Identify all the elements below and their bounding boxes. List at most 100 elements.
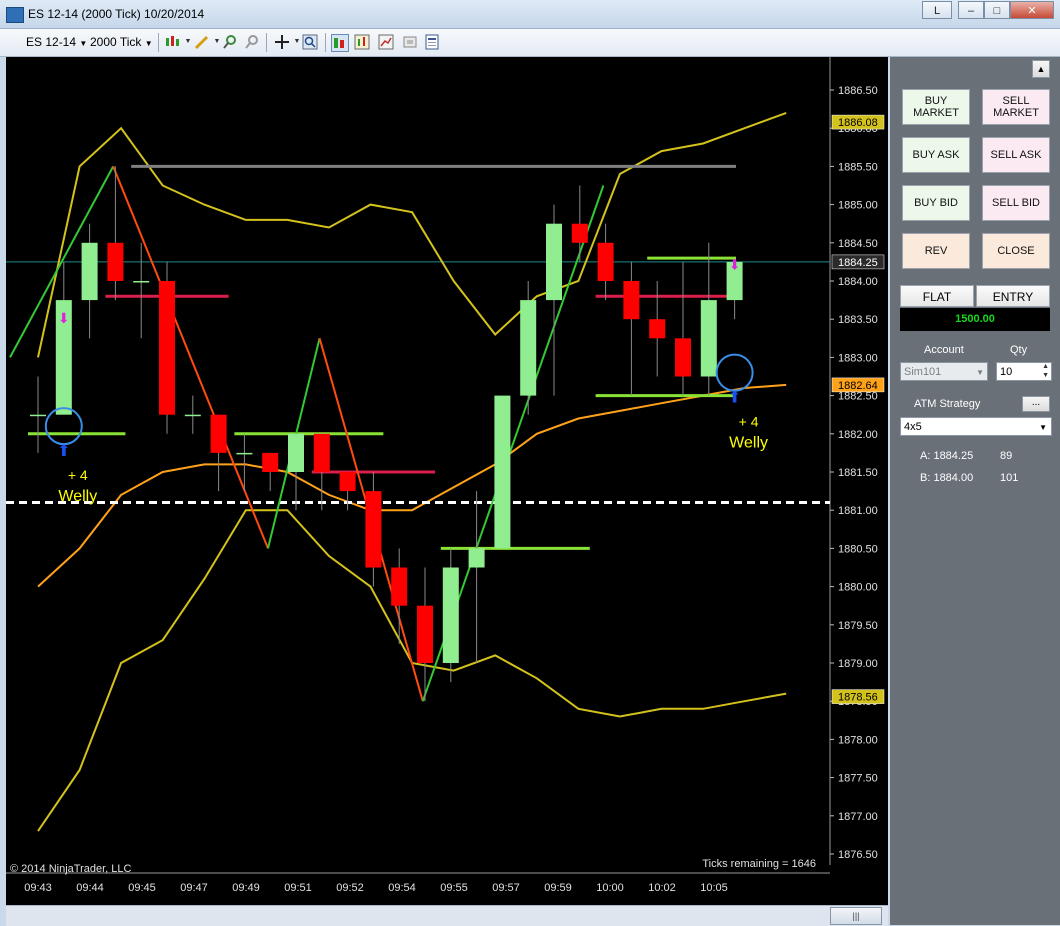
x-tick-label-9: 09:57 [492, 882, 520, 894]
quantity-stepper[interactable]: 10 ▲ ▼ [996, 362, 1052, 381]
account-label: Account [924, 344, 964, 356]
qty-label: Qty [1010, 344, 1028, 356]
magnifier-icon[interactable] [302, 34, 318, 50]
y-tick-label-2: 1885.50 [838, 161, 878, 173]
scrollbar-thumb[interactable]: ||| [830, 907, 882, 925]
window-title: ES 12-14 (2000 Tick) 10/20/2014 [28, 7, 205, 21]
crosshair-icon[interactable] [274, 34, 290, 50]
stepper-arrows-icon[interactable]: ▲ ▼ [1042, 362, 1049, 380]
buy-bid-label: BUY BID [914, 197, 958, 209]
close-position-button[interactable]: CLOSE [982, 233, 1050, 269]
price-chart[interactable]: ⬆+ 4Welly⬇⬆+ 4Welly⬇1886.501886.001885.5… [6, 57, 888, 905]
chart-canvas[interactable]: ⬆+ 4Welly⬇⬆+ 4Welly⬇1886.501886.001885.5… [6, 57, 888, 905]
x-tick-label-1: 09:44 [76, 882, 104, 894]
y-tick-label-14: 1879.50 [838, 620, 878, 632]
sell-market-button[interactable]: SELL MARKET [982, 89, 1050, 125]
chart-trader-icon[interactable] [331, 34, 349, 52]
y-tick-label-13: 1880.00 [838, 582, 878, 594]
candle-body-18 [494, 395, 511, 549]
properties-icon[interactable] [424, 34, 440, 50]
candle-body-20 [546, 223, 562, 301]
candle-body-8 [236, 452, 253, 455]
chevron-up-icon: ▲ [1036, 64, 1046, 74]
chart-scrollbar[interactable]: ||| [6, 905, 888, 926]
bollinger-lower-band [37, 509, 787, 832]
candle-body-19 [520, 300, 537, 396]
chart-trader-panel: ▲ BUY MARKET SELL MARKET BUY ASK SELL AS… [890, 57, 1060, 925]
candle-body-21 [571, 223, 588, 243]
link-button[interactable]: L [922, 1, 952, 19]
y-tick-label-18: 1877.50 [838, 773, 878, 785]
bid-price: B: 1884.00 [920, 472, 974, 484]
candle-body-25 [675, 338, 691, 377]
buy-market-label: BUY MARKET [913, 95, 959, 119]
y-tick-label-20: 1876.50 [838, 849, 878, 861]
candle-body-0 [30, 414, 46, 417]
ema-line [37, 383, 787, 588]
strategies-icon[interactable] [378, 34, 394, 50]
y-tick-label-0: 1886.50 [838, 85, 878, 97]
chevron-down-icon: ▼ [144, 39, 153, 48]
y-tick-label-19: 1877.00 [838, 811, 878, 823]
buy-market-button[interactable]: BUY MARKET [902, 89, 970, 125]
x-tick-label-6: 09:52 [336, 882, 364, 894]
candle-body-24 [649, 319, 666, 339]
copyright-label: © 2014 NinjaTrader, LLC [10, 863, 131, 875]
bid-size: 101 [1000, 472, 1019, 484]
qty-value: 10 [1000, 366, 1013, 378]
y-tick-label-11: 1881.00 [838, 505, 878, 517]
signal-name-label: Welly [729, 435, 768, 452]
pencil-icon[interactable] [194, 34, 210, 50]
minimize-button[interactable]: – [958, 1, 984, 19]
y-tick-label-15: 1879.00 [838, 658, 878, 670]
price-marker-label-2: 1882.64 [838, 380, 878, 392]
zoom-in-icon[interactable] [222, 34, 238, 50]
candle-body-16 [442, 567, 459, 663]
signal-count-label: + 4 [68, 467, 88, 483]
entry-header[interactable]: ENTRY [976, 285, 1050, 307]
ask-size: 89 [1000, 450, 1013, 462]
candlestick-icon[interactable] [164, 34, 180, 50]
candle-body-14 [391, 567, 408, 606]
candle-body-10 [288, 433, 304, 472]
sell-bid-label: SELL BID [992, 197, 1040, 209]
y-tick-label-8: 1882.50 [838, 391, 878, 403]
reverse-label: REV [924, 245, 948, 257]
period-selector[interactable]: 2000 Tick ▼ [90, 35, 153, 49]
atm-strategy-select[interactable]: 4x5 ▼ [900, 417, 1052, 436]
x-tick-label-13: 10:05 [700, 882, 728, 894]
sell-arrow-icon: ⬇ [729, 258, 741, 274]
price-marker-label-0: 1886.08 [838, 117, 878, 129]
y-tick-label-6: 1883.50 [838, 314, 878, 326]
maximize-button[interactable]: □ [984, 1, 1010, 19]
candle-body-23 [623, 281, 640, 320]
close-window-button[interactable]: ✕ [1010, 1, 1054, 19]
reverse-button[interactable]: REV [902, 233, 970, 269]
x-tick-label-11: 10:00 [596, 882, 624, 894]
sell-bid-button[interactable]: SELL BID [982, 185, 1050, 221]
candle-body-2 [81, 242, 98, 301]
indicators-icon[interactable] [354, 34, 370, 50]
candle-body-13 [365, 491, 382, 568]
y-tick-label-4: 1884.50 [838, 238, 878, 250]
buy-bid-button[interactable]: BUY BID [902, 185, 970, 221]
atm-options-button[interactable]: ... [1022, 396, 1050, 412]
zoom-out-icon[interactable] [244, 34, 260, 50]
flat-header[interactable]: FLAT [900, 285, 974, 307]
instrument-selector[interactable]: ES 12-14 ▼ [26, 35, 87, 49]
toolbar-separator [325, 33, 326, 52]
candle-body-15 [417, 605, 433, 663]
ask-price: A: 1884.25 [920, 450, 974, 462]
buy-ask-button[interactable]: BUY ASK [902, 137, 970, 173]
collapse-panel-button[interactable]: ▲ [1032, 60, 1050, 78]
candle-body-17 [468, 548, 485, 568]
atm-strategy-value: 4x5 [904, 421, 922, 433]
candle-body-4 [133, 281, 150, 283]
x-tick-label-12: 10:02 [648, 882, 676, 894]
toolbar-separator [158, 33, 159, 52]
sell-ask-button[interactable]: SELL ASK [982, 137, 1050, 173]
price-marker-label-1: 1884.25 [838, 257, 878, 269]
account-select[interactable]: Sim101 ▼ [900, 362, 988, 381]
snapshot-icon[interactable] [402, 34, 418, 50]
y-tick-label-17: 1878.00 [838, 734, 878, 746]
